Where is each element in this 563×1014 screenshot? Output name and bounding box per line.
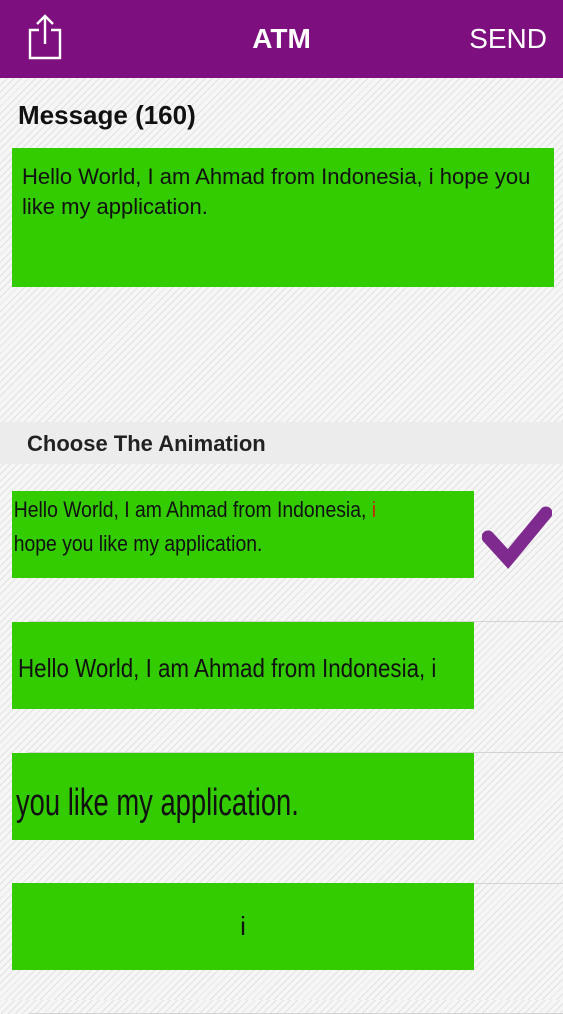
animation-option-1[interactable]: Hello World, I am Ahmad from Indonesia, … [0, 491, 563, 622]
message-input[interactable]: Hello World, I am Ahmad from Indonesia, … [12, 148, 554, 287]
preview-text: you like my application. [16, 782, 299, 824]
preview-line-2: hope you like my application. [13, 531, 263, 556]
preview-text: i [240, 911, 246, 941]
navigation-bar: ATM SEND [0, 0, 563, 78]
preview-line-1: Hello World, I am Ahmad from Indonesia, [13, 497, 367, 522]
animation-option-3[interactable]: you like my application. [0, 753, 563, 884]
animation-preview: Hello World, I am Ahmad from Indonesia, … [12, 622, 474, 709]
animation-section-title: Choose The Animation [27, 431, 266, 456]
animation-section-header: Choose The Animation [0, 422, 563, 464]
checkmark-icon [482, 506, 552, 569]
preview-accent-letter: i [371, 497, 377, 522]
animation-option-4[interactable]: i [0, 883, 563, 1014]
preview-text: Hello World, I am Ahmad from Indonesia, … [18, 653, 437, 683]
animation-preview: i [12, 883, 474, 970]
animation-preview: Hello World, I am Ahmad from Indonesia, … [12, 491, 474, 578]
send-button[interactable]: SEND [469, 22, 547, 56]
message-heading: Message (160) [18, 100, 196, 130]
animation-option-2[interactable]: Hello World, I am Ahmad from Indonesia, … [0, 622, 563, 753]
animation-preview: you like my application. [12, 753, 474, 840]
